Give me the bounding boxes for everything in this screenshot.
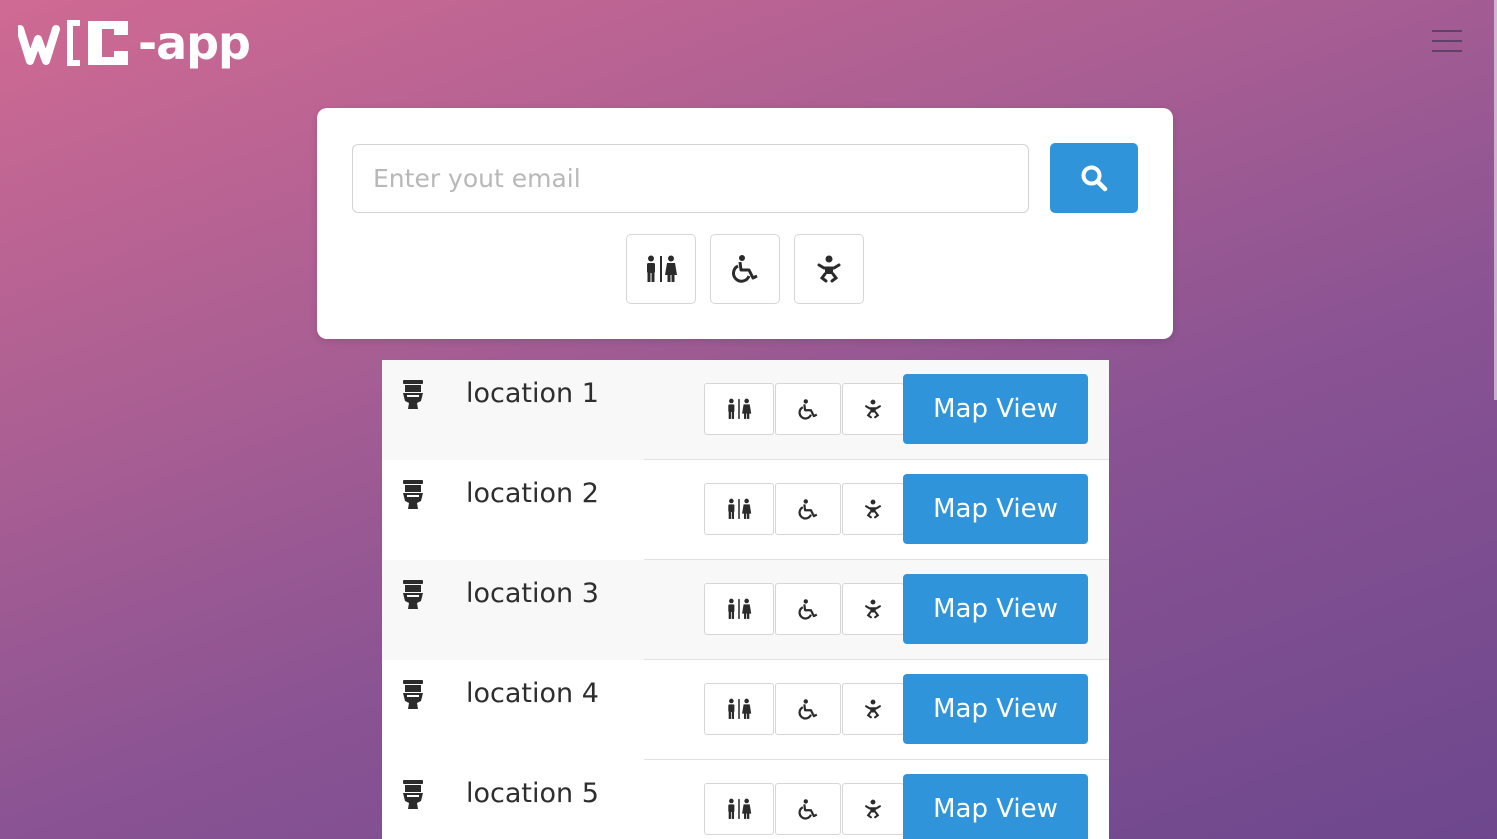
wheelchair-icon [798, 598, 818, 620]
wheelchair-icon [732, 255, 758, 283]
amenity-restroom-button[interactable] [704, 583, 774, 635]
map-view-button[interactable]: Map View [903, 674, 1088, 744]
amenity-baby-button[interactable] [842, 683, 904, 735]
logo-text: -app [138, 16, 251, 70]
toilet-icon [403, 680, 423, 709]
search-icon [1081, 165, 1108, 192]
amenity-baby-button[interactable] [842, 783, 904, 835]
amenity-baby-button[interactable] [842, 383, 904, 435]
baby-icon [865, 799, 881, 819]
location-label: location 4 [466, 678, 599, 709]
amenity-baby-button[interactable] [842, 483, 904, 535]
search-input[interactable] [352, 144, 1029, 213]
amenity-icons [704, 583, 905, 635]
map-view-button[interactable]: Map View [903, 574, 1088, 644]
amenity-restroom-button[interactable] [704, 483, 774, 535]
restroom-icon [728, 498, 752, 519]
baby-icon [865, 699, 881, 719]
toilet-icon [403, 480, 423, 509]
amenity-icons [704, 383, 905, 435]
amenity-wheelchair-button[interactable] [775, 383, 841, 435]
hamburger-menu-icon[interactable] [1432, 30, 1462, 52]
filter-group [626, 234, 864, 304]
location-label: location 2 [466, 478, 599, 509]
location-label: location 5 [466, 778, 599, 809]
amenity-icons [704, 483, 905, 535]
wc-logo-icon [18, 20, 128, 66]
baby-icon [817, 255, 841, 283]
toilet-icon [403, 780, 423, 809]
amenity-wheelchair-button[interactable] [775, 483, 841, 535]
filter-baby-button[interactable] [794, 234, 864, 304]
list-item: location 5 Map View [382, 760, 1109, 839]
list-item: location 1 Map View [382, 360, 1109, 460]
baby-icon [865, 499, 881, 519]
toilet-icon [403, 580, 423, 609]
filter-restroom-button[interactable] [626, 234, 696, 304]
filter-wheelchair-button[interactable] [710, 234, 780, 304]
toilet-icon [403, 380, 423, 409]
list-item: location 2 Map View [382, 460, 1109, 560]
baby-icon [865, 399, 881, 419]
amenity-wheelchair-button[interactable] [775, 783, 841, 835]
app-logo[interactable]: -app [18, 14, 251, 72]
list-item: location 4 Map View [382, 660, 1109, 760]
map-view-button[interactable]: Map View [903, 374, 1088, 444]
amenity-icons [704, 683, 905, 735]
amenity-baby-button[interactable] [842, 583, 904, 635]
wheelchair-icon [798, 698, 818, 720]
restroom-icon [728, 798, 752, 819]
map-view-button[interactable]: Map View [903, 774, 1088, 839]
list-item: location 3 Map View [382, 560, 1109, 660]
location-label: location 3 [466, 578, 599, 609]
amenity-restroom-button[interactable] [704, 683, 774, 735]
search-button[interactable] [1050, 143, 1138, 213]
amenity-wheelchair-button[interactable] [775, 683, 841, 735]
wheelchair-icon [798, 498, 818, 520]
amenity-wheelchair-button[interactable] [775, 583, 841, 635]
baby-icon [865, 599, 881, 619]
amenity-icons [704, 783, 905, 835]
restroom-icon [728, 398, 752, 419]
location-list: location 1 Map View location 2 Map View … [382, 360, 1109, 839]
restroom-icon [728, 598, 752, 619]
restroom-icon [647, 255, 677, 282]
search-card [317, 108, 1173, 339]
map-view-button[interactable]: Map View [903, 474, 1088, 544]
wheelchair-icon [798, 798, 818, 820]
location-label: location 1 [466, 378, 599, 409]
wheelchair-icon [798, 398, 818, 420]
amenity-restroom-button[interactable] [704, 383, 774, 435]
amenity-restroom-button[interactable] [704, 783, 774, 835]
restroom-icon [728, 698, 752, 719]
